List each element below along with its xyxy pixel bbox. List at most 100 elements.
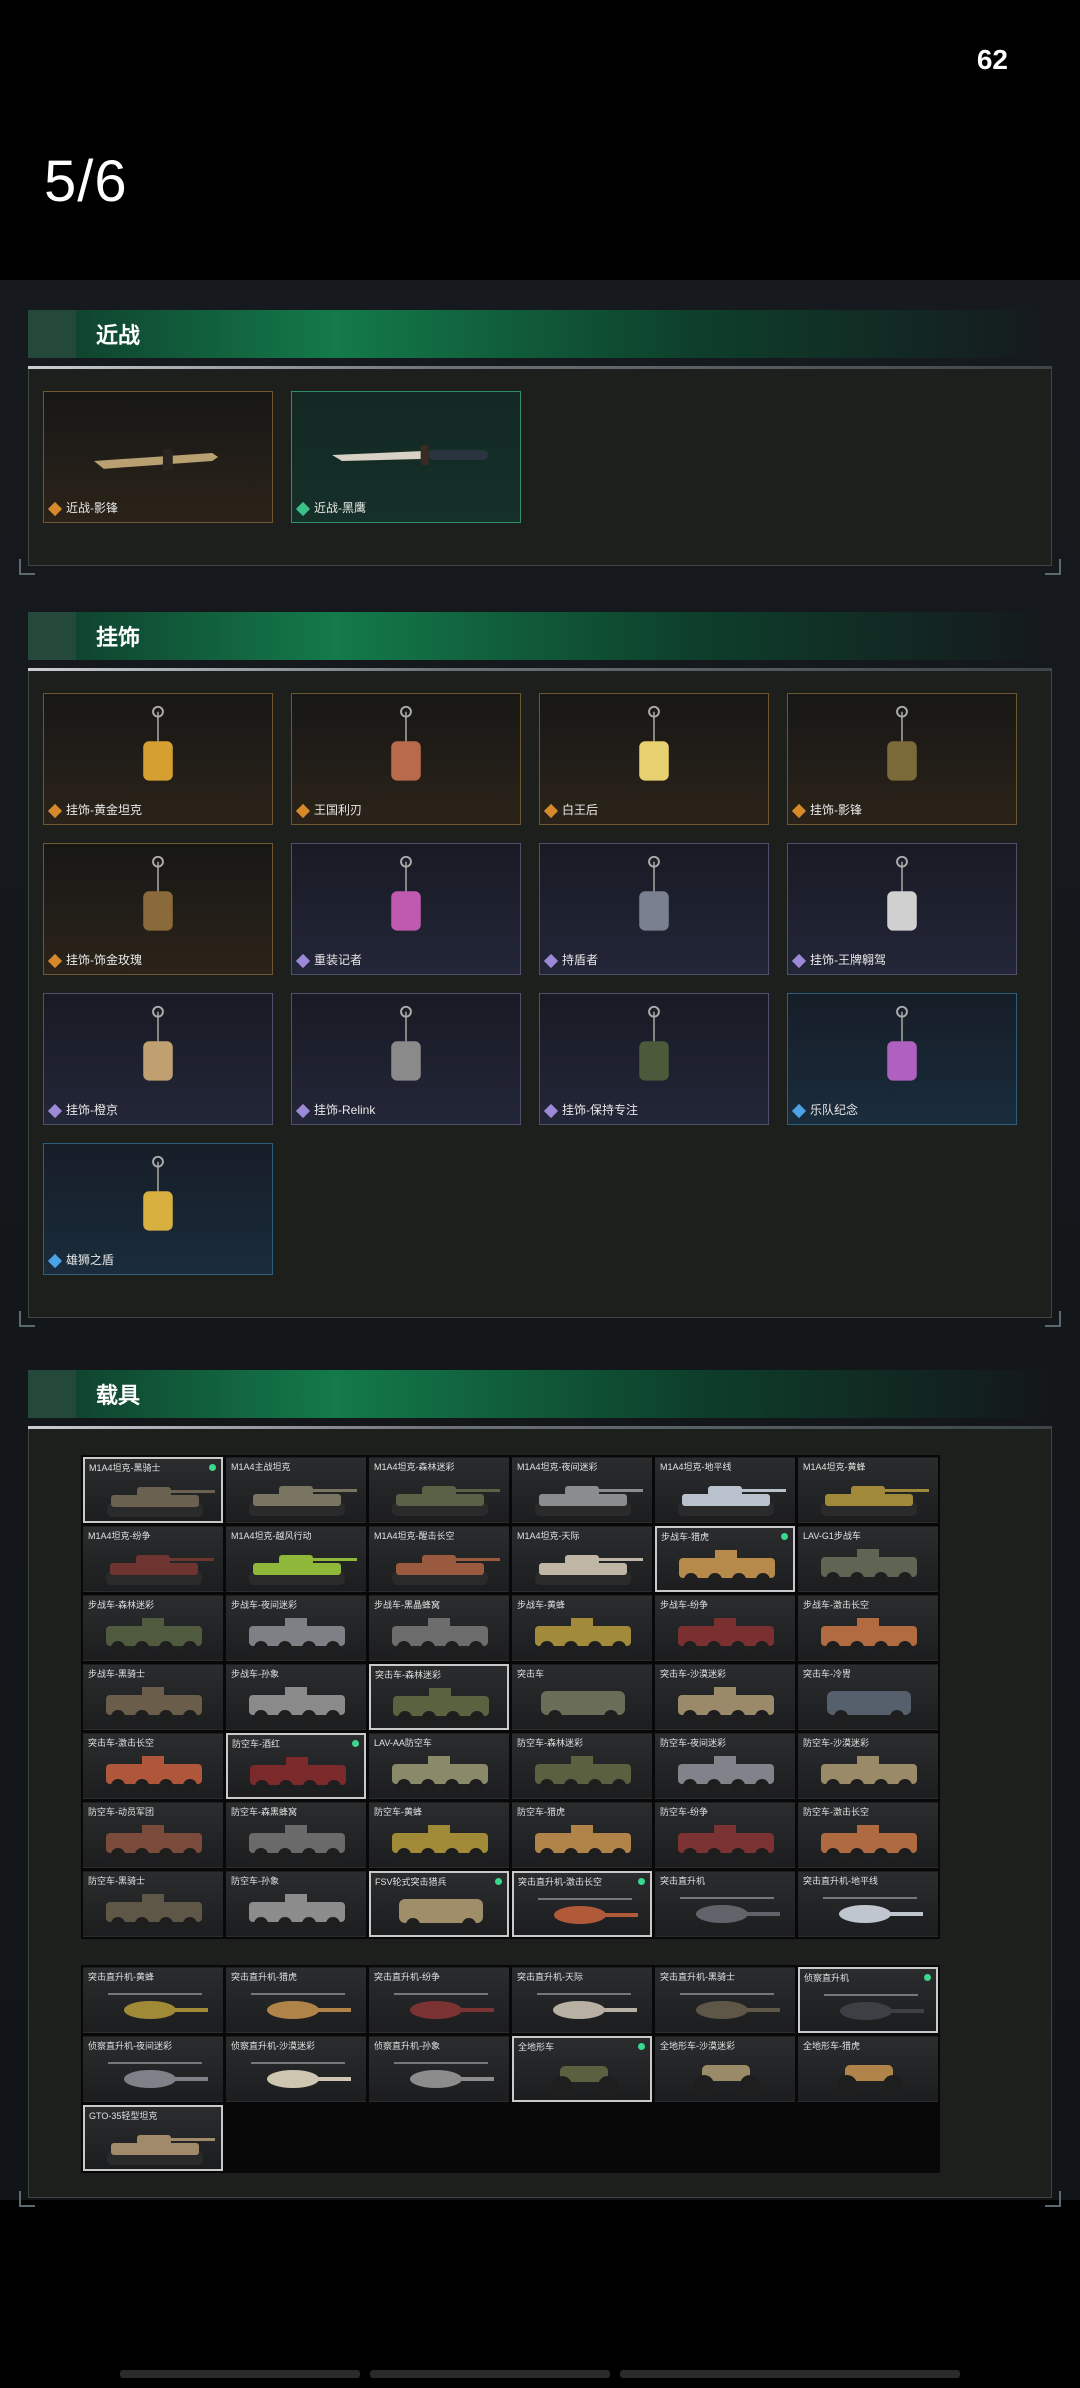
vehicle-tile[interactable]: M1A4坦克-越风行动 <box>226 1526 366 1592</box>
vehicle-tile[interactable]: 步战车-夜间迷彩 <box>226 1595 366 1661</box>
vehicle-tile[interactable]: 防空车-纷争 <box>655 1802 795 1868</box>
new-indicator-icon <box>638 2043 645 2050</box>
vehicle-tile[interactable]: M1A4坦克-黑骑士 <box>83 1457 223 1523</box>
vehicle-image <box>535 1756 631 1793</box>
vehicle-tile[interactable]: M1A4坦克-森林迷彩 <box>369 1457 509 1523</box>
vehicle-name: 突击直升机-纷争 <box>374 1972 440 1982</box>
vehicle-tile[interactable]: 防空车-孙象 <box>226 1871 366 1937</box>
vehicle-tile[interactable]: 防空车-黑骑士 <box>83 1871 223 1937</box>
item-card[interactable]: 重装记者 <box>291 843 521 975</box>
vehicle-tile[interactable]: 侦察直升机-孙象 <box>369 2036 509 2102</box>
item-card[interactable]: 挂饰-橙京 <box>43 993 273 1125</box>
vehicle-image <box>399 1899 483 1932</box>
vehicle-tile[interactable]: 突击车-沙漠迷彩 <box>655 1664 795 1730</box>
vehicle-tile[interactable]: 步战车-森林迷彩 <box>83 1595 223 1661</box>
vehicle-tile[interactable]: M1A4坦克-地平线 <box>655 1457 795 1523</box>
item-card[interactable]: 持盾者 <box>539 843 769 975</box>
vehicle-image <box>535 1618 631 1655</box>
vehicle-tile[interactable]: 突击直升机 <box>655 1871 795 1937</box>
item-card[interactable]: 挂饰-黄金坦克 <box>43 693 273 825</box>
item-card[interactable]: 近战-黑鹰 <box>291 391 521 523</box>
vehicle-tile[interactable]: 防空车-激击长空 <box>798 1802 938 1868</box>
vehicles-box: M1A4坦克-黑骑士 M1A4主战坦克 M1A4坦克-森林迷彩 M1A4坦克-夜间迷彩… <box>19 1429 1061 2207</box>
vehicle-tile[interactable]: 防空车-黄蜂 <box>369 1802 509 1868</box>
vehicle-tile[interactable]: 防空车-酒红 <box>226 1733 366 1799</box>
vehicle-tile[interactable]: 突击直升机-激击长空 <box>512 1871 652 1937</box>
vehicle-tile[interactable]: 突击车-激击长空 <box>83 1733 223 1799</box>
item-card[interactable]: 王国利刃 <box>291 693 521 825</box>
vehicle-tile[interactable]: M1A4坦克-天际 <box>512 1526 652 1592</box>
vehicle-tile[interactable]: 侦察直升机-夜间迷彩 <box>83 2036 223 2102</box>
vehicle-name: 防空车-纷争 <box>660 1807 708 1817</box>
vehicle-tile[interactable]: 侦察直升机-沙漠迷彩 <box>226 2036 366 2102</box>
vehicle-image <box>249 1894 345 1931</box>
vehicle-image <box>678 1618 774 1655</box>
vehicle-tile[interactable]: 防空车-猎虎 <box>512 1802 652 1868</box>
vehicle-name: 步战车-黑骑士 <box>88 1669 145 1679</box>
vehicle-name: 防空车-酒红 <box>232 1739 280 1749</box>
vehicle-tile[interactable]: 突击直升机-纷争 <box>369 1967 509 2033</box>
vehicle-tile[interactable]: LAV-G1步战车 <box>798 1526 938 1592</box>
vehicle-tile[interactable]: 突击直升机-黄蜂 <box>83 1967 223 2033</box>
melee-box: 近战-影锋 近战-黑鹰 <box>19 369 1061 575</box>
vehicle-tile[interactable]: 全地形车-沙漠迷彩 <box>655 2036 795 2102</box>
nav-bar-segment <box>370 2370 610 2378</box>
vehicle-tile[interactable]: 步战车-孙象 <box>226 1664 366 1730</box>
item-card[interactable]: 雄狮之盾 <box>43 1143 273 1275</box>
vehicle-tile[interactable]: 突击直升机-天际 <box>512 1967 652 2033</box>
vehicle-tile[interactable]: 突击车-冷冑 <box>798 1664 938 1730</box>
vehicle-tile[interactable]: M1A4主战坦克 <box>226 1457 366 1523</box>
vehicle-tile[interactable]: 步战车-黑晶蜂窝 <box>369 1595 509 1661</box>
item-card[interactable]: 挂饰-影锋 <box>787 693 1017 825</box>
item-card[interactable]: 挂饰-饰金玫瑰 <box>43 843 273 975</box>
vehicle-image <box>694 2065 760 2095</box>
vehicle-image <box>680 1993 780 2019</box>
vehicle-tile[interactable]: M1A4坦克-醒击长空 <box>369 1526 509 1592</box>
vehicle-tile[interactable]: 突击车-森林迷彩 <box>369 1664 509 1730</box>
item-card[interactable]: 挂饰-保持专注 <box>539 993 769 1125</box>
vehicle-tile[interactable]: FSV轮式突击猎兵 <box>369 1871 509 1937</box>
vehicle-name: 步战车-夜间迷彩 <box>231 1600 297 1610</box>
vehicle-tile[interactable]: 全地形车-猎虎 <box>798 2036 938 2102</box>
item-card[interactable]: 乐队纪念 <box>787 993 1017 1125</box>
vehicle-tile[interactable]: 步战车-激击长空 <box>798 1595 938 1661</box>
vehicle-tile[interactable]: 防空车-沙漠迷彩 <box>798 1733 938 1799</box>
vehicle-name: 突击直升机-猎虎 <box>231 1972 297 1982</box>
vehicle-tile[interactable]: M1A4坦克-纷争 <box>83 1526 223 1592</box>
item-card[interactable]: 挂饰-王牌翱驾 <box>787 843 1017 975</box>
vehicle-tile[interactable]: 侦察直升机 <box>798 1967 938 2033</box>
vehicle-tile[interactable]: M1A4坦克-夜间迷彩 <box>512 1457 652 1523</box>
vehicle-tile[interactable]: 突击直升机-猎虎 <box>226 1967 366 2033</box>
vehicle-tile[interactable]: 突击车 <box>512 1664 652 1730</box>
vehicle-tile[interactable]: LAV-AA防空车 <box>369 1733 509 1799</box>
vehicle-image <box>535 1825 631 1862</box>
vehicle-tile[interactable]: 突击直升机-地平线 <box>798 1871 938 1937</box>
vehicle-tile[interactable]: GTO-35轻型坦克 <box>83 2105 223 2171</box>
new-indicator-icon <box>924 1974 931 1981</box>
vehicle-image <box>678 1486 786 1516</box>
vehicle-tile[interactable]: 步战车-纷争 <box>655 1595 795 1661</box>
item-card[interactable]: 挂饰-Relink <box>291 993 521 1125</box>
item-card[interactable]: 近战-影锋 <box>43 391 273 523</box>
section-charms: 挂饰 挂饰-黄金坦克 王国利刃 白王后 挂饰-影锋 挂饰-饰金玫瑰 重装记者 持盾者 挂饰-王… <box>19 612 1061 1327</box>
item-card[interactable]: 白王后 <box>539 693 769 825</box>
vehicle-name: 侦察直升机-孙象 <box>374 2041 440 2051</box>
vehicle-tile[interactable]: 突击直升机-黑骑士 <box>655 1967 795 2033</box>
vehicle-tile[interactable]: 防空车-夜间迷彩 <box>655 1733 795 1799</box>
vehicle-tile[interactable]: 全地形车 <box>512 2036 652 2102</box>
vehicle-tile[interactable]: 防空车-森黑蜂窝 <box>226 1802 366 1868</box>
vehicle-tile[interactable]: 步战车-黑骑士 <box>83 1664 223 1730</box>
vehicle-tile[interactable]: 步战车-黄蜂 <box>512 1595 652 1661</box>
item-label: 挂饰-Relink <box>314 1103 376 1117</box>
vehicle-image <box>249 1687 345 1724</box>
vehicle-name: GTO-35轻型坦克 <box>89 2111 158 2121</box>
vehicle-tile[interactable]: 步战车-猎虎 <box>655 1526 795 1592</box>
vehicle-tile[interactable]: 防空车-森林迷彩 <box>512 1733 652 1799</box>
vehicle-image <box>824 1994 924 2020</box>
vehicle-image <box>251 1993 351 2019</box>
vehicle-name: 步战车-黄蜂 <box>517 1600 565 1610</box>
vehicle-tile[interactable]: M1A4坦克-黄蜂 <box>798 1457 938 1523</box>
vehicle-tile[interactable]: 防空车-动员军团 <box>83 1802 223 1868</box>
vehicle-name: 防空车-黄蜂 <box>374 1807 422 1817</box>
vehicle-image <box>392 1825 488 1862</box>
